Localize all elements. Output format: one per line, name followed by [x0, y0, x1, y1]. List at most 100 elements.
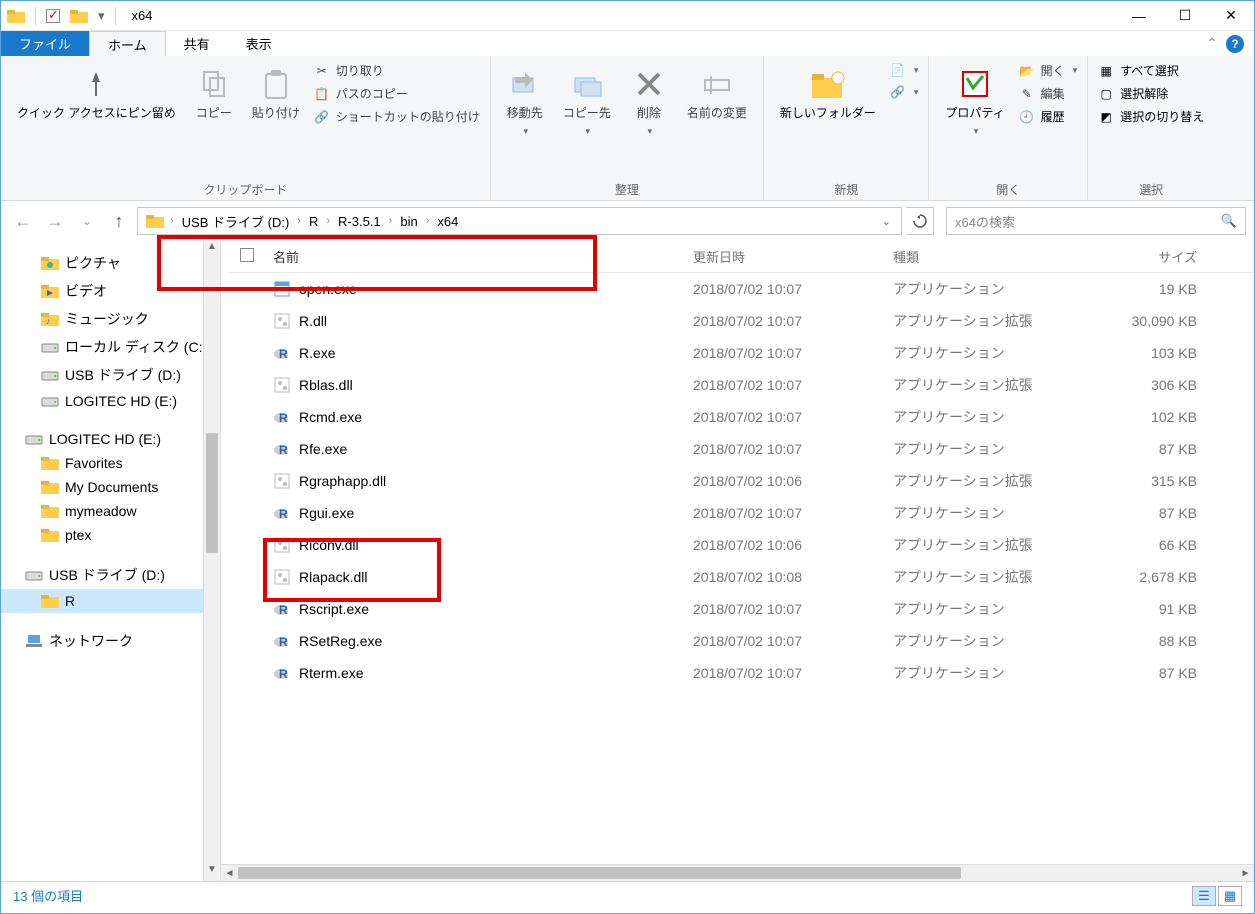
collapse-ribbon-icon[interactable]: ⌃ [1206, 35, 1218, 52]
scroll-thumb[interactable] [238, 867, 961, 879]
breadcrumb-item[interactable]: R-3.5.1 [332, 208, 387, 234]
tab-share[interactable]: 共有 [166, 31, 228, 56]
refresh-button[interactable] [906, 207, 934, 235]
tree-node[interactable]: ビデオ [1, 277, 220, 305]
nav-back-button[interactable]: ← [9, 207, 37, 235]
scroll-right-icon[interactable]: ► [1237, 865, 1254, 881]
qat-properties-icon[interactable] [46, 9, 60, 23]
file-row[interactable]: Rblas.dll2018/07/02 10:07アプリケーション拡張306 K… [229, 369, 1254, 401]
tree-node[interactable]: LOGITEC HD (E:) [1, 427, 220, 451]
easy-access-button[interactable]: 🔗▾ [890, 84, 919, 100]
select-all-button[interactable]: ▦すべて選択 [1098, 62, 1204, 79]
nav-up-button[interactable]: ↑ [105, 207, 133, 235]
file-row[interactable]: R.dll2018/07/02 10:07アプリケーション拡張30,090 KB [229, 305, 1254, 337]
file-row[interactable]: Rgraphapp.dll2018/07/02 10:06アプリケーション拡張3… [229, 465, 1254, 497]
maximize-button[interactable]: ☐ [1162, 1, 1208, 31]
select-all-checkbox[interactable] [240, 248, 254, 262]
horizontal-scrollbar[interactable]: ◄ ► [221, 864, 1254, 881]
new-item-button[interactable]: 📄▾ [890, 62, 919, 78]
tree-node[interactable]: LOGITEC HD (E:) [1, 389, 220, 413]
tree-node[interactable]: USB ドライブ (D:) [1, 361, 220, 389]
search-icon[interactable]: 🔍 [1221, 213, 1237, 229]
chevron-right-icon[interactable]: › [168, 215, 176, 227]
copy-to-button[interactable]: コピー先▾ [557, 62, 617, 141]
tree-node[interactable]: mymeadow [1, 499, 220, 523]
file-row[interactable]: Rlapack.dll2018/07/02 10:08アプリケーション拡張2,6… [229, 561, 1254, 593]
copy-path-button[interactable]: 📋パスのコピー [314, 85, 480, 102]
minimize-button[interactable]: — [1116, 1, 1162, 31]
tree-node[interactable]: ネットワーク [1, 627, 220, 655]
file-row[interactable]: RRscript.exe2018/07/02 10:07アプリケーション91 K… [229, 593, 1254, 625]
chevron-right-icon[interactable]: › [295, 215, 303, 227]
qat-dropdown-icon[interactable]: ▾ [98, 8, 105, 24]
scroll-up-icon[interactable]: ▲ [204, 241, 220, 258]
paste-button[interactable]: 貼り付け [246, 62, 306, 126]
file-icon: R [273, 344, 291, 362]
scroll-thumb[interactable] [206, 433, 218, 553]
tree-label: USB ドライブ (D:) [49, 565, 165, 585]
breadcrumb-item[interactable]: x64 [431, 208, 464, 234]
file-row[interactable]: RRcmd.exe2018/07/02 10:07アプリケーション102 KB [229, 401, 1254, 433]
tab-file[interactable]: ファイル [1, 31, 89, 56]
help-icon[interactable]: ? [1226, 35, 1244, 53]
history-button[interactable]: 🕘履歴 [1019, 108, 1078, 125]
move-to-button[interactable]: 移動先▾ [501, 62, 549, 141]
chevron-right-icon[interactable]: › [324, 215, 332, 227]
file-row[interactable]: Riconv.dll2018/07/02 10:06アプリケーション拡張66 K… [229, 529, 1254, 561]
nav-tree[interactable]: ピクチャビデオ♪ミュージックローカル ディスク (C:)USB ドライブ (D:… [1, 241, 221, 881]
copy-button[interactable]: コピー [190, 62, 238, 126]
tree-node[interactable]: ptex [1, 523, 220, 547]
tree-node[interactable]: Favorites [1, 451, 220, 475]
address-bar[interactable]: › USB ドライブ (D:) › R › R-3.5.1 › bin › x6… [137, 207, 902, 235]
select-none-button[interactable]: ▢選択解除 [1098, 85, 1204, 102]
tree-node[interactable]: ♪ミュージック [1, 305, 220, 333]
scroll-left-icon[interactable]: ◄ [221, 865, 238, 881]
file-row[interactable]: open.exe2018/07/02 10:07アプリケーション19 KB [229, 273, 1254, 305]
cut-button[interactable]: ✂切り取り [314, 62, 480, 79]
tree-node[interactable]: USB ドライブ (D:) [1, 561, 220, 589]
delete-button[interactable]: 削除▾ [625, 62, 673, 141]
paste-shortcut-button[interactable]: 🔗ショートカットの貼り付け [314, 108, 480, 125]
open-button[interactable]: 📂開く▾ [1019, 62, 1078, 79]
breadcrumb-item[interactable]: bin [394, 208, 423, 234]
address-dropdown-icon[interactable]: ⌄ [876, 215, 897, 228]
nav-recent-button[interactable]: ⌄ [73, 207, 101, 235]
tree-node[interactable]: ローカル ディスク (C:) [1, 333, 220, 361]
chevron-right-icon[interactable]: › [424, 215, 432, 227]
file-row[interactable]: RRSetReg.exe2018/07/02 10:07アプリケーション88 K… [229, 625, 1254, 657]
tree-scrollbar[interactable]: ▲▼ [203, 241, 220, 881]
column-type[interactable]: 種類 [885, 247, 1085, 266]
nav-forward-button[interactable]: → [41, 207, 69, 235]
scroll-down-icon[interactable]: ▼ [204, 864, 220, 881]
file-list[interactable]: 名前 更新日時 種類 サイズ open.exe2018/07/02 10:07ア… [221, 241, 1254, 864]
tab-view[interactable]: 表示 [228, 31, 290, 56]
edit-button[interactable]: ✎編集 [1019, 85, 1078, 102]
file-row[interactable]: RRterm.exe2018/07/02 10:07アプリケーション87 KB [229, 657, 1254, 689]
column-size[interactable]: サイズ [1085, 247, 1205, 266]
close-button[interactable]: ✕ [1208, 1, 1254, 31]
file-date: 2018/07/02 10:07 [685, 313, 885, 329]
file-date: 2018/07/02 10:07 [685, 633, 885, 649]
breadcrumb-item[interactable]: R [303, 208, 324, 234]
chevron-right-icon[interactable]: › [387, 215, 395, 227]
folder-icon [41, 527, 59, 543]
rename-button[interactable]: 名前の変更 [681, 62, 753, 126]
file-row[interactable]: RRfe.exe2018/07/02 10:07アプリケーション87 KB [229, 433, 1254, 465]
file-row[interactable]: RRgui.exe2018/07/02 10:07アプリケーション87 KB [229, 497, 1254, 529]
properties-button[interactable]: プロパティ▾ [939, 62, 1010, 141]
tree-node[interactable]: R [1, 589, 220, 613]
search-input[interactable]: x64の検索 🔍 [946, 207, 1246, 235]
tree-node[interactable]: My Documents [1, 475, 220, 499]
invert-selection-button[interactable]: ◩選択の切り替え [1098, 108, 1204, 125]
tree-node[interactable]: ピクチャ [1, 249, 220, 277]
pin-to-quick-access-button[interactable]: クイック アクセスにピン留め [11, 62, 182, 126]
details-view-button[interactable]: ☰ [1192, 886, 1216, 906]
new-folder-button[interactable]: 新しいフォルダー [774, 62, 882, 126]
thumbnails-view-button[interactable]: ▦ [1218, 886, 1242, 906]
file-row[interactable]: RR.exe2018/07/02 10:07アプリケーション103 KB [229, 337, 1254, 369]
column-date[interactable]: 更新日時 [685, 247, 885, 266]
tab-home[interactable]: ホーム [89, 31, 166, 56]
svg-text:R: R [279, 507, 288, 521]
column-name[interactable]: 名前 [265, 247, 685, 266]
breadcrumb-item[interactable]: USB ドライブ (D:) [176, 208, 296, 234]
